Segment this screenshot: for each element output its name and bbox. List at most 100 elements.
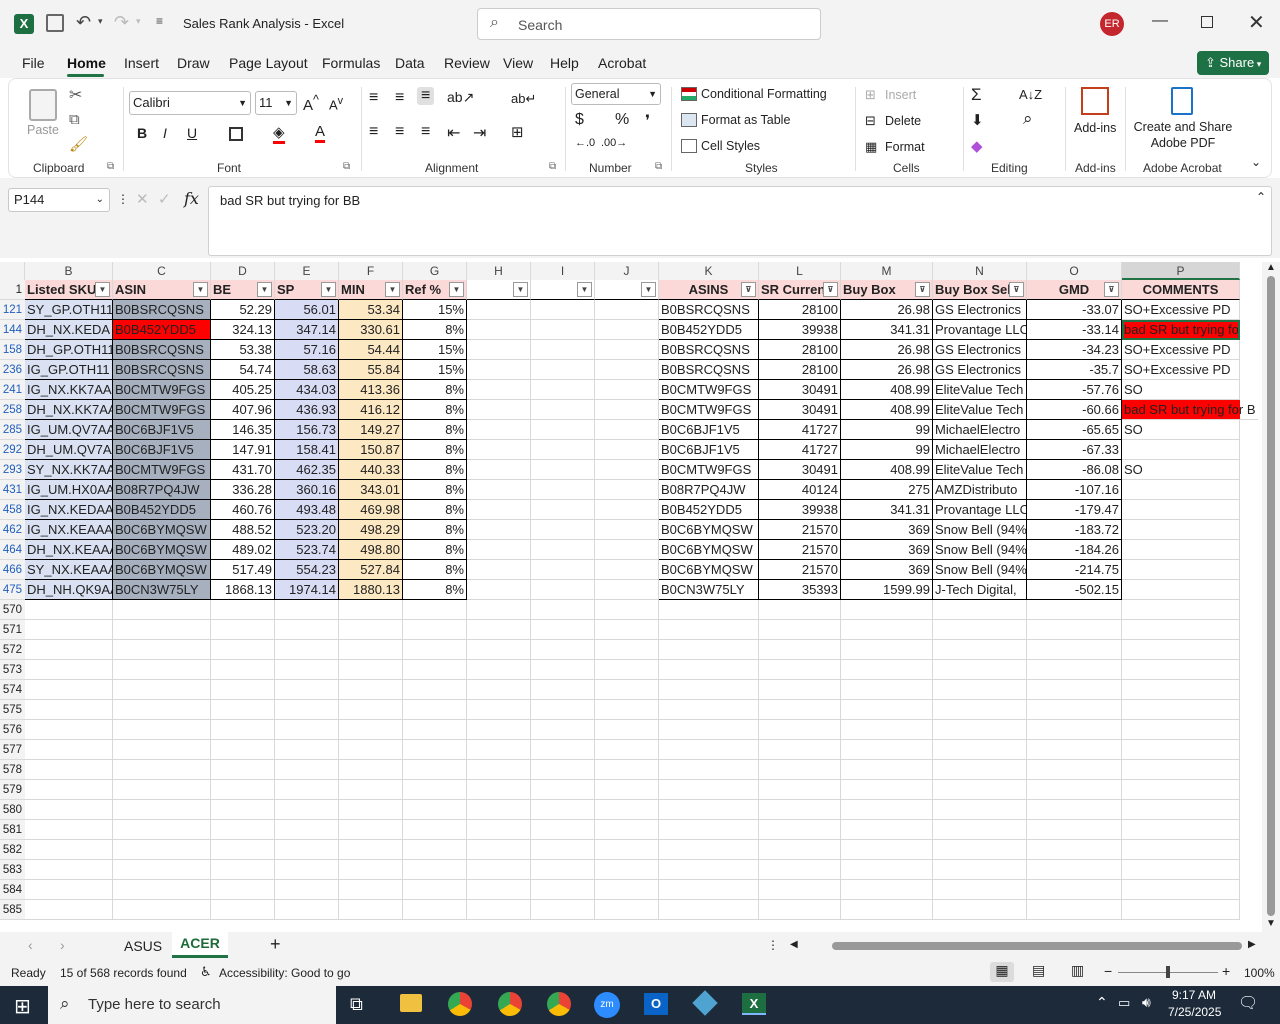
cell-empty[interactable] — [275, 900, 339, 920]
cell-g[interactable]: 8% — [403, 560, 467, 580]
cell-empty[interactable] — [275, 740, 339, 760]
cell-h[interactable] — [467, 360, 531, 380]
addins-button[interactable]: Add-ins — [1074, 121, 1116, 135]
cell-k[interactable]: B0C6BJF1V5 — [659, 420, 759, 440]
cell-f[interactable]: 343.01 — [339, 480, 403, 500]
cell-empty[interactable] — [841, 880, 933, 900]
cell-c[interactable]: B0BSRCQSNS — [113, 360, 211, 380]
cell-empty[interactable] — [595, 760, 659, 780]
cell-e[interactable]: 1974.14 — [275, 580, 339, 600]
cell-empty[interactable] — [1027, 640, 1122, 660]
bold-icon[interactable]: B — [137, 125, 147, 141]
cell-empty[interactable] — [211, 760, 275, 780]
cell-empty[interactable] — [25, 660, 113, 680]
cell-empty[interactable] — [759, 740, 841, 760]
cell-c[interactable]: B0BSRCQSNS — [113, 340, 211, 360]
cell-o[interactable]: -67.33 — [1027, 440, 1122, 460]
cell-empty[interactable] — [403, 620, 467, 640]
cell-empty[interactable] — [25, 720, 113, 740]
table-header-l[interactable]: SR Curren ⊽ — [759, 280, 841, 300]
cell-empty[interactable] — [1122, 720, 1240, 740]
cell-o[interactable]: -107.16 — [1027, 480, 1122, 500]
cell-empty[interactable] — [841, 620, 933, 640]
cell-empty[interactable] — [275, 840, 339, 860]
clipboard-launcher-icon[interactable]: ⧉ — [107, 161, 114, 172]
cell-empty[interactable] — [275, 880, 339, 900]
cell-k[interactable]: B0CN3W75LY — [659, 580, 759, 600]
status-accessibility[interactable]: Accessibility: Good to go — [219, 966, 350, 980]
font-color-icon[interactable]: A — [315, 123, 326, 143]
cell-empty[interactable] — [275, 700, 339, 720]
cell-c[interactable]: B0C6BYMQSW — [113, 520, 211, 540]
cell-j[interactable] — [595, 360, 659, 380]
cell-l[interactable]: 35393 — [759, 580, 841, 600]
cell-p[interactable]: SO — [1122, 460, 1240, 480]
filter-dropdown-icon[interactable]: ▼ — [449, 282, 464, 297]
cell-m[interactable]: 369 — [841, 540, 933, 560]
cell-empty[interactable] — [595, 800, 659, 820]
row-header[interactable]: 458 — [0, 500, 25, 520]
cell-empty[interactable] — [25, 880, 113, 900]
cell-o[interactable]: -60.66 — [1027, 400, 1122, 420]
paste-icon[interactable] — [29, 89, 57, 121]
menu-home[interactable]: Home — [67, 55, 106, 71]
cell-empty[interactable] — [531, 820, 595, 840]
cell-m[interactable]: 99 — [841, 420, 933, 440]
borders-icon[interactable] — [229, 127, 243, 141]
cell-n[interactable]: GS Electronics — [933, 300, 1027, 320]
cell-o[interactable]: -86.08 — [1027, 460, 1122, 480]
collapse-formula-icon[interactable]: ⌃ — [1256, 190, 1266, 204]
cell-d[interactable]: 431.70 — [211, 460, 275, 480]
cell-o[interactable]: -179.47 — [1027, 500, 1122, 520]
cell-empty[interactable] — [531, 880, 595, 900]
cell-d[interactable]: 517.49 — [211, 560, 275, 580]
cell-e[interactable]: 554.23 — [275, 560, 339, 580]
cell-empty[interactable] — [659, 860, 759, 880]
cell-empty[interactable] — [113, 800, 211, 820]
cell-empty[interactable] — [339, 760, 403, 780]
app-diamond-icon[interactable] — [692, 990, 718, 1016]
cell-b[interactable]: SY_NX.KK7AA — [25, 460, 113, 480]
increase-decimal-icon[interactable]: ←.0 — [575, 137, 595, 149]
cell-k[interactable]: B08R7PQ4JW — [659, 480, 759, 500]
zoom-out-icon[interactable]: − — [1104, 963, 1112, 979]
row-header[interactable]: 431 — [0, 480, 25, 500]
align-middle-icon[interactable]: ≡ — [395, 89, 404, 107]
cell-j[interactable] — [595, 380, 659, 400]
close-button[interactable]: ✕ — [1248, 10, 1265, 35]
cell-n[interactable]: Provantage LLC — [933, 500, 1027, 520]
cell-empty[interactable] — [759, 660, 841, 680]
cell-o[interactable]: -184.26 — [1027, 540, 1122, 560]
cell-b[interactable]: IG_NX.KK7AA — [25, 380, 113, 400]
cell-g[interactable]: 15% — [403, 340, 467, 360]
cell-h[interactable] — [467, 480, 531, 500]
cell-empty[interactable] — [759, 700, 841, 720]
filter-dropdown-icon[interactable]: ▼ — [641, 282, 656, 297]
volume-icon[interactable]: 🔊︎ — [1142, 994, 1151, 1011]
cell-empty[interactable] — [531, 680, 595, 700]
cell-empty[interactable] — [275, 760, 339, 780]
cell-g[interactable]: 8% — [403, 580, 467, 600]
cell-m[interactable]: 26.98 — [841, 360, 933, 380]
cell-h[interactable] — [467, 420, 531, 440]
cell-empty[interactable] — [1122, 840, 1240, 860]
share-button[interactable]: ⇪ Share ▾ — [1197, 51, 1269, 75]
cell-empty[interactable] — [841, 660, 933, 680]
format-as-table-button[interactable]: Format as Table — [701, 113, 790, 127]
cell-empty[interactable] — [1027, 780, 1122, 800]
cell-h[interactable] — [467, 540, 531, 560]
cell-empty[interactable] — [403, 740, 467, 760]
cell-empty[interactable] — [467, 700, 531, 720]
cell-c[interactable]: B0CN3W75LY — [113, 580, 211, 600]
cell-h[interactable] — [467, 460, 531, 480]
cell-h[interactable] — [467, 580, 531, 600]
cell-empty[interactable] — [1122, 740, 1240, 760]
cell-i[interactable] — [531, 400, 595, 420]
wrap-text-icon[interactable]: ab↵ — [511, 91, 536, 107]
cell-h[interactable] — [467, 500, 531, 520]
menu-acrobat[interactable]: Acrobat — [598, 55, 646, 71]
row-header[interactable]: 462 — [0, 520, 25, 540]
cell-d[interactable]: 1868.13 — [211, 580, 275, 600]
cell-empty[interactable] — [759, 800, 841, 820]
cell-empty[interactable] — [1122, 620, 1240, 640]
